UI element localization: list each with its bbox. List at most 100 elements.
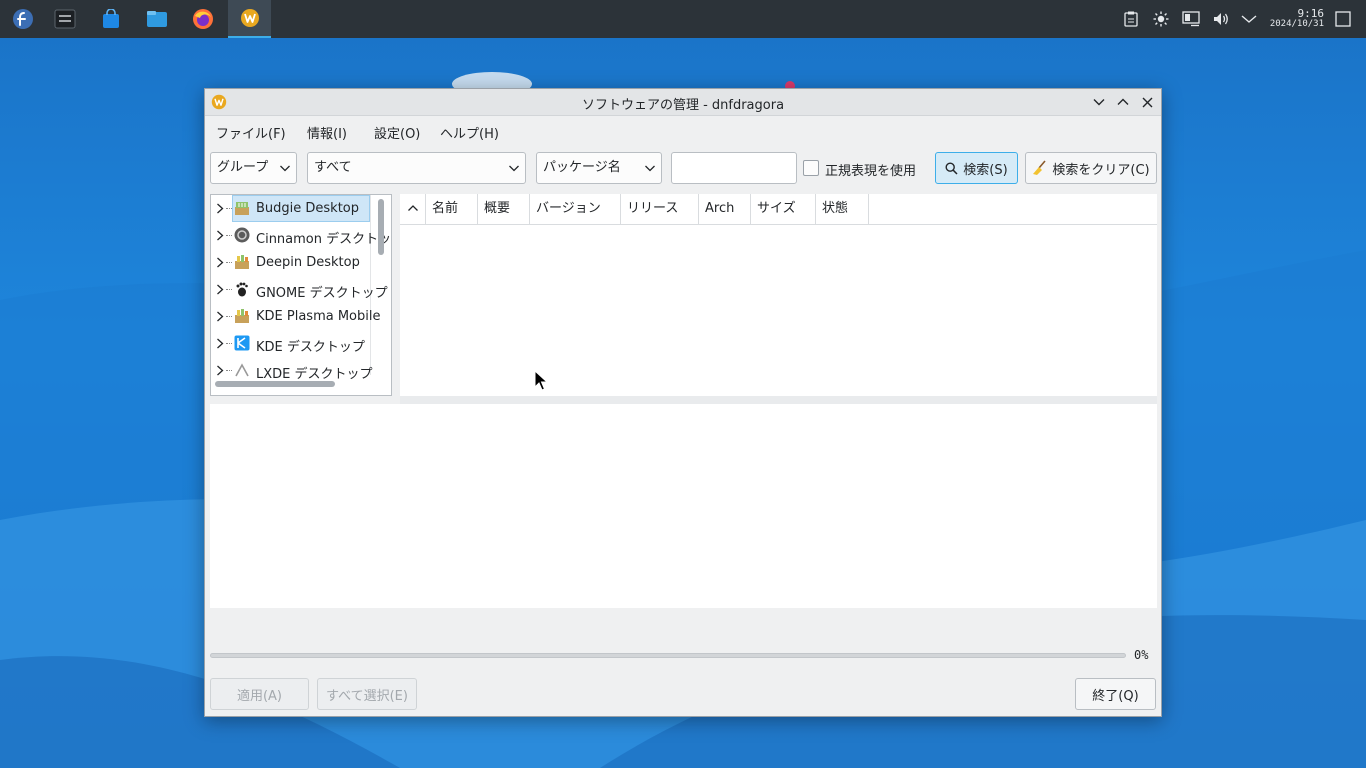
table-header: 名前 概要 バージョン リリース Arch サイズ 状態 bbox=[400, 194, 1157, 225]
chevron-right-icon[interactable] bbox=[216, 338, 224, 349]
select-all-button[interactable]: すべて選択(E) bbox=[317, 678, 417, 710]
column-header-name[interactable]: 名前 bbox=[426, 194, 478, 224]
group-label: Deepin Desktop bbox=[256, 255, 360, 270]
table-divider bbox=[400, 396, 1157, 404]
chevron-right-icon[interactable] bbox=[216, 365, 224, 376]
tree-connector bbox=[226, 370, 232, 371]
regex-checkbox[interactable] bbox=[803, 160, 819, 176]
sort-column-header[interactable] bbox=[400, 194, 426, 224]
dnfdragora-task-button[interactable] bbox=[228, 0, 271, 38]
search-field-combo[interactable]: パッケージ名 bbox=[536, 152, 662, 184]
window-titlebar[interactable]: ソフトウェアの管理 - dnfdragora bbox=[205, 89, 1161, 116]
package-table[interactable]: 名前 概要 バージョン リリース Arch サイズ 状態 bbox=[400, 194, 1157, 396]
tree-connector bbox=[226, 208, 232, 209]
budgie-icon bbox=[234, 200, 250, 216]
cinnamon-icon bbox=[234, 227, 250, 243]
chevron-down-icon bbox=[645, 165, 655, 172]
chevron-right-icon[interactable] bbox=[216, 203, 224, 214]
chevron-right-icon[interactable] bbox=[216, 257, 224, 268]
group-label: KDE デスクトップ bbox=[256, 340, 365, 355]
column-header-version[interactable]: バージョン bbox=[530, 194, 621, 224]
group-tree-item[interactable]: Cinnamon デスクトップ bbox=[211, 222, 391, 249]
column-header-size[interactable]: サイズ bbox=[751, 194, 816, 224]
fedora-launcher-button[interactable] bbox=[3, 0, 43, 38]
group-tree-item[interactable]: KDE デスクトップ bbox=[211, 330, 371, 357]
kde-icon bbox=[234, 335, 250, 351]
close-button[interactable] bbox=[1138, 93, 1156, 111]
clipboard-tray-button[interactable] bbox=[1120, 0, 1142, 38]
package-icon bbox=[234, 254, 250, 270]
menu-file[interactable]: ファイル(F) bbox=[216, 123, 286, 142]
network-tray-button[interactable] bbox=[1180, 0, 1202, 38]
maximize-button[interactable] bbox=[1114, 93, 1132, 111]
dnfdragora-window: ソフトウェアの管理 - dnfdragora ファイル(F) 情報(I) 設定(… bbox=[204, 88, 1162, 717]
chevron-right-icon[interactable] bbox=[216, 311, 224, 322]
chevron-down-icon bbox=[1241, 15, 1257, 23]
store-launcher-button[interactable] bbox=[91, 0, 131, 38]
gnome-foot-icon bbox=[234, 281, 250, 297]
volume-tray-button[interactable] bbox=[1210, 0, 1232, 38]
tree-connector bbox=[226, 343, 232, 344]
clock[interactable]: 9:16 2024/10/31 bbox=[1262, 8, 1324, 30]
quit-button-label: 終了(Q) bbox=[1092, 688, 1139, 704]
lxde-icon bbox=[234, 362, 250, 378]
search-button-label: 検索(S) bbox=[963, 162, 1008, 178]
apply-button-label: 適用(A) bbox=[236, 688, 283, 704]
tree-connector bbox=[226, 262, 232, 263]
store-bag-icon bbox=[103, 9, 119, 28]
tree-vertical-scrollbar[interactable] bbox=[378, 199, 384, 255]
column-header-summary[interactable]: 概要 bbox=[478, 194, 530, 224]
clock-date: 2024/10/31 bbox=[1269, 19, 1324, 29]
search-icon bbox=[945, 161, 958, 175]
menu-settings[interactable]: 設定(O) bbox=[374, 123, 420, 142]
minimize-button[interactable] bbox=[1090, 93, 1108, 111]
firefox-launcher-button[interactable] bbox=[183, 0, 223, 38]
menu-help[interactable]: ヘルプ(H) bbox=[440, 123, 499, 142]
files-launcher-button[interactable] bbox=[137, 0, 177, 38]
search-input[interactable] bbox=[671, 152, 797, 184]
show-desktop-button[interactable] bbox=[1332, 0, 1354, 38]
chevron-down-icon bbox=[280, 165, 290, 172]
settings-launcher-button[interactable] bbox=[45, 0, 85, 38]
package-icon bbox=[234, 308, 250, 324]
group-tree-item[interactable]: LXDE デスクトップ bbox=[211, 357, 373, 384]
group-tree-item[interactable]: Budgie Desktop bbox=[211, 195, 371, 222]
select-all-button-label: すべて選択(E) bbox=[326, 688, 408, 704]
apply-button[interactable]: 適用(A) bbox=[210, 678, 309, 710]
tree-connector bbox=[226, 289, 232, 290]
menu-info[interactable]: 情報(I) bbox=[307, 123, 347, 142]
group-label: KDE Plasma Mobile bbox=[256, 309, 381, 324]
taskbar: 9:16 2024/10/31 bbox=[0, 0, 1366, 38]
regex-label: 正規表現を使用 bbox=[825, 164, 917, 179]
tree-horizontal-scrollbar[interactable] bbox=[215, 381, 335, 387]
brightness-tray-button[interactable] bbox=[1150, 0, 1172, 38]
clear-search-button[interactable]: 検索をクリア(C) bbox=[1025, 152, 1157, 184]
chevron-right-icon[interactable] bbox=[216, 284, 224, 295]
mouse-cursor-icon bbox=[534, 370, 548, 391]
chevron-right-icon[interactable] bbox=[216, 230, 224, 241]
column-header-status[interactable]: 状態 bbox=[816, 194, 869, 224]
tree-connector bbox=[226, 235, 232, 236]
column-header-arch[interactable]: Arch bbox=[699, 194, 751, 224]
group-tree-item[interactable]: Deepin Desktop bbox=[211, 249, 371, 276]
group-tree[interactable]: Budgie Desktop Cinnamon デスクトップ Deepin Desk… bbox=[210, 194, 392, 396]
folder-icon bbox=[147, 11, 167, 27]
firefox-icon bbox=[193, 9, 213, 29]
chevron-down-icon bbox=[1093, 99, 1105, 106]
group-label: GNOME デスクトップ bbox=[256, 286, 388, 301]
dnfdragora-icon bbox=[240, 9, 259, 27]
column-header-release[interactable]: リリース bbox=[621, 194, 699, 224]
group-tree-item[interactable]: KDE Plasma Mobile bbox=[211, 303, 380, 330]
clear-search-label: 検索をクリア(C) bbox=[1052, 162, 1150, 178]
status-combo[interactable]: すべて bbox=[307, 152, 526, 184]
view-combo[interactable]: グループ bbox=[210, 152, 297, 184]
package-description-panel[interactable] bbox=[210, 404, 1157, 608]
group-label: Cinnamon デスクトップ bbox=[256, 232, 392, 247]
group-tree-item[interactable]: GNOME デスクトップ bbox=[211, 276, 388, 303]
tray-expand-button[interactable] bbox=[1238, 0, 1260, 38]
search-button[interactable]: 検索(S) bbox=[935, 152, 1018, 184]
menubar: ファイル(F) 情報(I) 設定(O) ヘルプ(H) bbox=[205, 116, 1161, 146]
progress-label: 0% bbox=[1134, 648, 1149, 662]
quit-button[interactable]: 終了(Q) bbox=[1075, 678, 1156, 710]
tree-connector bbox=[226, 316, 232, 317]
